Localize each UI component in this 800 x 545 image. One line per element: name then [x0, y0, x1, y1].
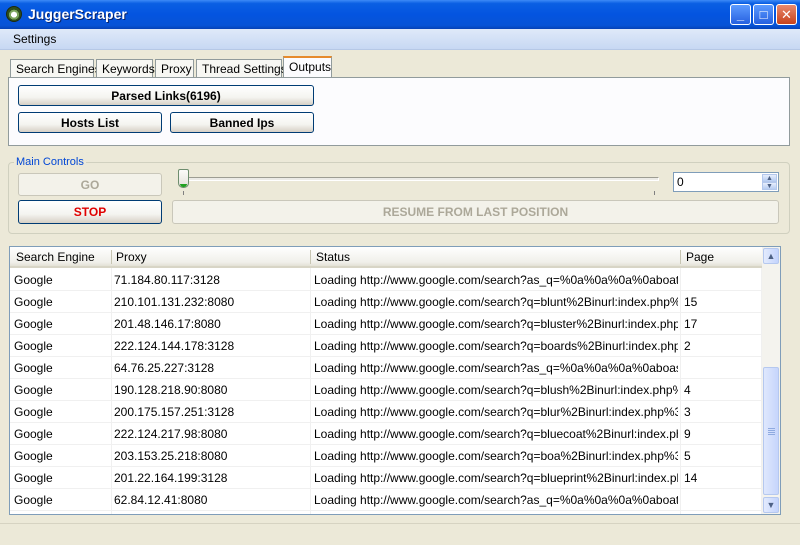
cell-page: 9 — [684, 427, 691, 441]
cell-search-engine: Google — [14, 383, 53, 397]
menu-bar: Settings — [0, 29, 800, 50]
cell-status: Loading http://www.google.com/search?as_… — [314, 273, 678, 287]
main-controls-label: Main Controls — [14, 156, 86, 168]
spin-up-icon[interactable]: ▲ — [762, 174, 777, 182]
title-bar: JuggerScraper _ □ ✕ — [0, 0, 800, 29]
close-icon: ✕ — [781, 6, 792, 22]
window-title: JuggerScraper — [28, 6, 127, 22]
table-row[interactable]: Google 222.124.144.178:3128 Loading http:/… — [10, 335, 762, 357]
cell-status: Loading http://www.google.com/search?q=b… — [314, 405, 678, 419]
cell-page: 14 — [684, 471, 698, 485]
scrollbar-thumb[interactable] — [763, 367, 779, 495]
maximize-icon: □ — [759, 7, 768, 22]
column-page[interactable]: Page — [686, 250, 714, 264]
cell-proxy: 222.124.144.178:3128 — [114, 339, 235, 353]
minimize-button[interactable]: _ — [730, 4, 751, 25]
cell-status: Loading http://www.google.com/search?as_… — [314, 361, 678, 375]
threads-value: 0 — [677, 175, 684, 189]
cell-proxy: 62.84.12.41:8080 — [114, 493, 208, 507]
cell-search-engine: Google — [14, 295, 53, 309]
cell-search-engine: Google — [14, 339, 53, 353]
cell-page: 15 — [684, 295, 698, 309]
maximize-button[interactable]: □ — [753, 4, 774, 25]
cell-status: Loading http://www.google.com/search?q=b… — [314, 383, 678, 397]
tab-thread-settings[interactable]: Thread Settings — [196, 59, 287, 78]
go-button[interactable]: GO — [18, 173, 162, 196]
banned-ips-button[interactable]: Banned Ips — [170, 112, 314, 133]
resume-button[interactable]: RESUME FROM LAST POSITION — [172, 200, 779, 224]
tab-proxy[interactable]: Proxy — [155, 59, 194, 78]
table-row[interactable]: Google 222.124.217.98:8080 Loading http://… — [10, 423, 762, 445]
cell-proxy: 200.175.157.251:3128 — [114, 405, 235, 419]
thread-slider-thumb[interactable] — [178, 169, 189, 188]
slider-tick — [654, 191, 655, 195]
cell-page: 3 — [684, 405, 691, 419]
cell-page: 5 — [684, 449, 691, 463]
cell-proxy: 222.124.217.98:8080 — [114, 427, 228, 441]
cell-status: Loading http://www.google.com/search?q=b… — [314, 339, 678, 353]
cell-search-engine: Google — [14, 471, 53, 485]
column-search-engine[interactable]: Search Engine — [16, 250, 95, 264]
column-proxy[interactable]: Proxy — [116, 250, 147, 264]
spin-down-icon[interactable]: ▼ — [762, 182, 777, 190]
column-status[interactable]: Status — [316, 250, 350, 264]
table-row[interactable]: Google 201.22.164.199:3128 Loading http://… — [10, 467, 762, 489]
cell-status: Loading http://www.google.com/search?q=b… — [314, 449, 678, 463]
scroll-up-icon[interactable]: ▲ — [763, 248, 779, 264]
cell-proxy: 201.48.146.17:8080 — [114, 317, 221, 331]
results-list[interactable]: Search Engine Proxy Status Page Google 71… — [9, 246, 781, 515]
cell-search-engine: Google — [14, 361, 53, 375]
list-header: Search Engine Proxy Status Page — [10, 247, 762, 268]
tab-outputs[interactable]: Outputs — [283, 56, 332, 78]
table-row[interactable]: Google 64.76.25.227:3128 Loading http://ww… — [10, 357, 762, 379]
cell-search-engine: Google — [14, 427, 53, 441]
main-window: JuggerScraper _ □ ✕ Settings Search Engi… — [0, 0, 800, 545]
table-row[interactable]: Google 210.101.131.232:8080 Loading http:/… — [10, 291, 762, 313]
slider-tick — [183, 191, 184, 195]
cell-search-engine: Google — [14, 273, 53, 287]
table-row[interactable]: Google 190.128.218.90:8080 Loading http://… — [10, 379, 762, 401]
table-row[interactable]: Google 203.153.25.218:8080 Loading http://… — [10, 445, 762, 467]
cell-search-engine: Google — [14, 449, 53, 463]
hosts-list-button[interactable]: Hosts List — [18, 112, 162, 133]
thread-slider-track[interactable] — [183, 177, 659, 181]
list-vertical-scrollbar[interactable]: ▲ ▼ — [762, 247, 780, 514]
cell-search-engine: Google — [14, 317, 53, 331]
tab-search-engines[interactable]: Search Engines — [10, 59, 101, 78]
cell-page: 4 — [684, 383, 691, 397]
menu-settings[interactable]: Settings — [13, 32, 56, 46]
table-row[interactable]: Google 200.175.157.251:3128 Loading http:/… — [10, 401, 762, 423]
cell-status: Loading http://www.google.com/search?q=b… — [314, 295, 678, 309]
cell-search-engine: Google — [14, 405, 53, 419]
cell-proxy: 64.76.25.227:3128 — [114, 361, 215, 375]
cell-status: Loading http://www.google.com/search?as_… — [314, 493, 678, 507]
app-icon — [6, 6, 22, 22]
table-row[interactable]: Google 71.184.80.117:3128 Loading http://w… — [10, 269, 762, 291]
status-bar — [0, 523, 800, 545]
scroll-down-icon[interactable]: ▼ — [763, 497, 779, 513]
minimize-icon: _ — [736, 7, 745, 22]
cell-page: 2 — [684, 339, 691, 353]
cell-status: Loading http://www.google.com/search?q=b… — [314, 427, 678, 441]
cell-status: Loading http://www.google.com/search?q=b… — [314, 317, 678, 331]
close-button[interactable]: ✕ — [776, 4, 797, 25]
cell-proxy: 203.153.25.218:8080 — [114, 449, 228, 463]
cell-status: Loading http://www.google.com/search?q=b… — [314, 471, 678, 485]
tab-keywords[interactable]: Keywords — [96, 59, 155, 78]
cell-proxy: 71.184.80.117:3128 — [114, 273, 220, 287]
threads-numeric-input[interactable]: 0 ▲ ▼ — [673, 172, 779, 192]
table-row[interactable]: Google 62.84.12.41:8080 Loading http://www… — [10, 489, 762, 511]
table-row[interactable]: Google 201.48.146.17:8080 Loading http://w… — [10, 313, 762, 335]
cell-search-engine: Google — [14, 493, 53, 507]
cell-proxy: 210.101.131.232:8080 — [114, 295, 235, 309]
parsed-links-button[interactable]: Parsed Links(6196) — [18, 85, 314, 106]
cell-proxy: 201.22.164.199:3128 — [114, 471, 228, 485]
cell-proxy: 190.128.218.90:8080 — [114, 383, 228, 397]
stop-button[interactable]: STOP — [18, 200, 162, 224]
cell-page: 17 — [684, 317, 698, 331]
